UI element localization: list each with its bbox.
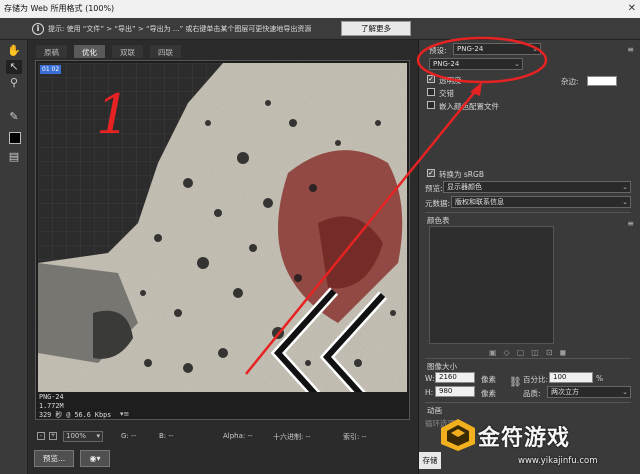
width-unit: 像素 [481, 375, 496, 384]
color-table-tool-icons[interactable]: ▣◇▢◫⊡◼ [489, 348, 573, 357]
chevron-down-icon: ⌄ [622, 183, 628, 191]
preview-mode-label: 预览: [425, 184, 443, 193]
tip-text: 提示: 使用 “文件” > “导出” > “导出为 ...” 或右键单击某个图层… [48, 25, 312, 33]
convert-srgb-label: 转换为 sRGB [439, 170, 484, 179]
download-speed-menu-icon[interactable]: ▾≡ [120, 410, 129, 418]
color-table-label: 颜色表 [427, 216, 450, 225]
optimization-info: PNG-24 1.772M 329 秒 @ 56.6 Kbps [39, 393, 111, 420]
embed-profile-checkbox[interactable] [427, 101, 435, 109]
preview-mode-select[interactable]: 显示器颜色 ⌄ [443, 181, 631, 193]
zoom-out-icon[interactable]: - [37, 432, 45, 440]
close-icon[interactable]: ✕ [628, 0, 636, 18]
percent-input[interactable]: 100 [549, 372, 593, 383]
chevron-down-icon: ⌄ [622, 388, 628, 396]
watermark-logo [441, 419, 475, 451]
zoom-level-select[interactable]: 100% ▾ [63, 431, 103, 442]
grunge-artwork: 1 [38, 63, 407, 392]
preview-button[interactable]: 预览... [34, 450, 74, 467]
eyedropper-icon[interactable]: ✎ [6, 110, 22, 124]
divider [425, 402, 631, 403]
chevron-down-icon: ⌄ [622, 198, 628, 206]
quality-label: 品质: [523, 389, 541, 398]
convert-srgb-checkbox[interactable]: ✓ [427, 169, 435, 177]
chevron-down-icon: ⌄ [514, 60, 520, 68]
optimize-menu-icon[interactable]: ≡ [627, 45, 634, 54]
width-label: W: [425, 374, 435, 383]
slice-select-icon[interactable]: ↖ [6, 60, 22, 74]
tab-4-up[interactable]: 四联 [149, 44, 182, 59]
settings-panel: ≡ 预设: PNG-24 ⌄ PNG-24 ⌄ ✓ 透明度 杂边: 交错 嵌入颜… [418, 40, 640, 474]
matte-color-select[interactable] [587, 76, 617, 86]
preset-select[interactable]: PNG-24 ⌄ [453, 43, 541, 55]
watermark-text: 金符游戏 [478, 426, 571, 451]
chevron-down-icon: ⌄ [532, 45, 538, 53]
window-titlebar: 存储为 Web 所用格式 (100%) ✕ [0, 0, 640, 18]
percent-unit: % [596, 374, 604, 383]
toolbox: ✋ ↖ ⚲ ✎ ▤ [0, 40, 28, 474]
annotation-number: 1 [96, 83, 130, 146]
alpha-readout: Alpha: -- [223, 432, 253, 440]
preview-mode-value: 显示器颜色 [447, 183, 482, 191]
hex-readout: 十六进制: -- [273, 433, 311, 441]
tab-2-up[interactable]: 双联 [111, 44, 144, 59]
width-input[interactable]: 2160 [435, 372, 475, 383]
index-readout: 索引: -- [343, 433, 367, 441]
watermark-url: www.yikajinfu.com [518, 456, 598, 466]
zoom-icon[interactable]: ⚲ [6, 76, 22, 90]
info-icon: i [32, 23, 44, 35]
preset-label: 预设: [429, 46, 447, 55]
eyedropper-color-swatch[interactable] [9, 132, 21, 144]
embed-profile-label: 嵌入颜色配置文件 [439, 102, 499, 111]
image-size-label: 图像大小 [427, 362, 457, 371]
info-download-time: 329 秒 @ 56.6 Kbps [39, 411, 112, 419]
tip-bar: i 提示: 使用 “文件” > “导出” > “导出为 ...” 或右键单击某个… [0, 18, 640, 40]
quality-select[interactable]: 两次立方 ⌄ [547, 386, 631, 398]
window-title: 存储为 Web 所用格式 (100%) [4, 4, 115, 13]
slice-badge: 01 02 [40, 65, 62, 74]
view-tabs: 原稿 优化 双联 四联 [35, 41, 410, 59]
animation-label: 动画 [427, 406, 442, 415]
color-table-menu-icon[interactable]: ≡ [627, 219, 634, 228]
color-table[interactable] [429, 226, 554, 344]
g-readout: G: -- [121, 432, 137, 440]
height-label: H: [425, 388, 434, 397]
height-input[interactable]: 980 [435, 386, 475, 397]
learn-more-button[interactable]: 了解更多 [341, 21, 411, 36]
format-value: PNG-24 [433, 60, 460, 68]
divider [425, 358, 631, 359]
status-bar: - + 100% ▾ G: -- B: -- Alpha: -- 十六进制: -… [35, 430, 410, 446]
transparency-checkbox[interactable]: ✓ [427, 75, 435, 83]
preset-value: PNG-24 [457, 45, 484, 53]
preview-pane: 1 01 02 PNG-24 1.772M 329 秒 @ 56.6 Kbps … [35, 60, 410, 420]
metadata-value: 版权和联系信息 [455, 198, 504, 206]
info-format: PNG-24 [39, 393, 64, 401]
chevron-down-icon: ▾ [96, 432, 100, 440]
interlaced-checkbox[interactable] [427, 88, 435, 96]
bottom-bar: 预览... ◉▾ [28, 446, 418, 474]
percent-label: 百分比: [523, 375, 549, 384]
matte-label: 杂边: [561, 77, 579, 86]
browser-preview-icon[interactable]: ◉▾ [80, 450, 110, 467]
interlaced-label: 交错 [439, 89, 454, 98]
metadata-label: 元数据: [425, 199, 451, 208]
zoom-level-value: 100% [66, 432, 87, 440]
link-icon[interactable]: ⛓ [509, 377, 522, 388]
format-select[interactable]: PNG-24 ⌄ [429, 58, 523, 70]
toggle-slices-icon[interactable]: ▤ [6, 150, 22, 164]
preview-image[interactable]: 1 01 02 [38, 63, 407, 392]
height-unit: 像素 [481, 389, 496, 398]
info-size: 1.772M [39, 402, 64, 410]
zoom-in-icon[interactable]: + [49, 432, 57, 440]
hand-icon[interactable]: ✋ [6, 44, 22, 58]
divider [425, 212, 631, 213]
metadata-select[interactable]: 版权和联系信息 ⌄ [451, 196, 631, 208]
b-readout: B: -- [159, 432, 174, 440]
transparency-label: 透明度 [439, 76, 462, 85]
tab-optimized[interactable]: 优化 [73, 44, 106, 59]
tab-original[interactable]: 原稿 [35, 44, 68, 59]
quality-value: 两次立方 [551, 388, 579, 396]
save-button[interactable]: 存储 [419, 452, 441, 469]
